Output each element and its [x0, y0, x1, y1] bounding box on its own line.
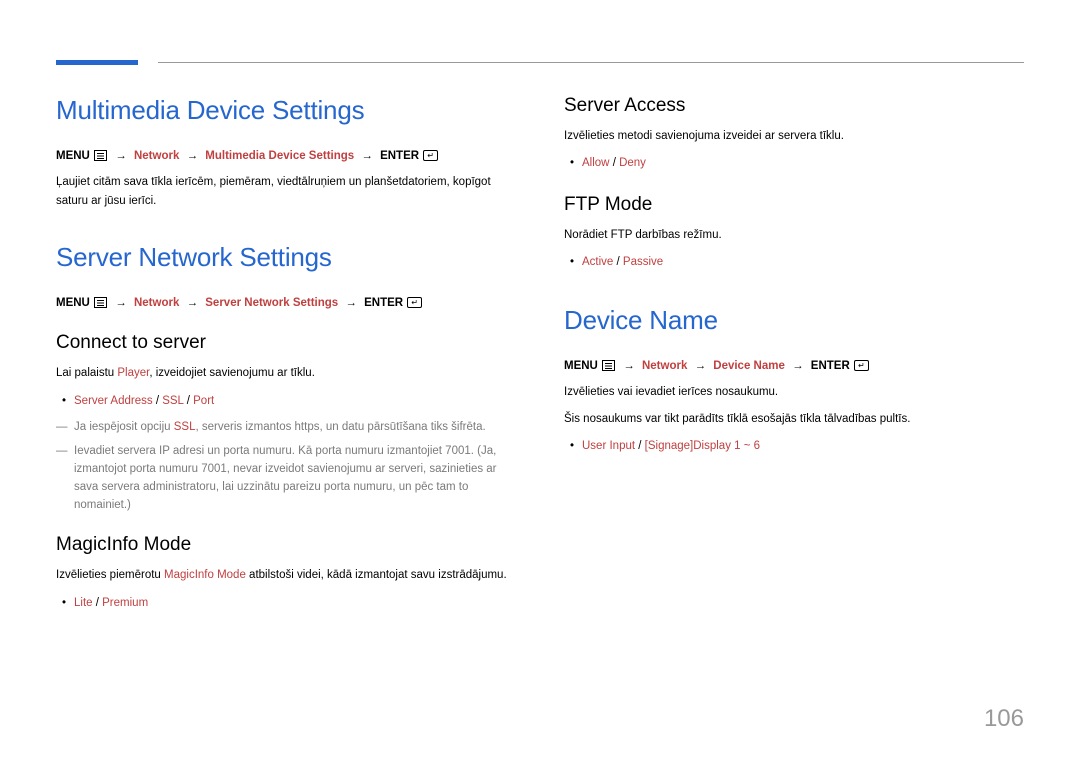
header-accent-bar: [56, 60, 138, 65]
ftp-desc: Norādiet FTP darbības režīmu.: [564, 226, 1024, 244]
magicinfo-heading: MagicInfo Mode: [56, 534, 516, 556]
server-access-heading: Server Access: [564, 95, 1024, 117]
list-item: Allow / Deny: [564, 153, 1024, 174]
arrow-icon: →: [361, 150, 373, 162]
server-access-desc: Izvēlieties metodi savienojuma izveidei …: [564, 127, 1024, 145]
menu-icon: [94, 297, 107, 308]
multimedia-section: Multimedia Device Settings MENU → Networ…: [56, 95, 516, 210]
multimedia-breadcrumb: MENU → Network → Multimedia Device Setti…: [56, 148, 516, 165]
arrow-icon: →: [187, 150, 199, 162]
crumb-network: Network: [134, 150, 179, 162]
right-column: Server Access Izvēlieties metodi savieno…: [564, 95, 1024, 646]
header-rule: [158, 62, 1024, 63]
crumb-enter: ENTER: [364, 297, 403, 309]
enter-icon: [854, 360, 869, 371]
device-name-desc2: Šis nosaukums var tikt parādīts tīklā es…: [564, 410, 1024, 428]
server-network-breadcrumb: MENU → Network → Server Network Settings…: [56, 295, 516, 312]
crumb-menu: MENU: [56, 297, 90, 309]
crumb-menu: MENU: [56, 150, 90, 162]
enter-icon: [407, 297, 422, 308]
ftp-options: Active / Passive: [564, 252, 1024, 273]
enter-icon: [423, 150, 438, 161]
crumb-enter: ENTER: [811, 360, 850, 372]
arrow-icon: →: [115, 150, 127, 162]
menu-icon: [602, 360, 615, 371]
list-item: Active / Passive: [564, 252, 1024, 273]
device-name-desc1: Izvēlieties vai ievadiet ierīces nosauku…: [564, 383, 1024, 401]
left-column: Multimedia Device Settings MENU → Networ…: [56, 95, 516, 646]
menu-icon: [94, 150, 107, 161]
magicinfo-options: Lite / Premium: [56, 593, 516, 614]
arrow-icon: →: [115, 297, 127, 309]
server-network-title: Server Network Settings: [56, 242, 516, 273]
arrow-icon: →: [187, 297, 199, 309]
arrow-icon: →: [792, 360, 804, 372]
device-name-title: Device Name: [564, 305, 1024, 336]
crumb-network: Network: [642, 360, 687, 372]
crumb-current: Multimedia Device Settings: [205, 150, 354, 162]
crumb-current: Server Network Settings: [205, 297, 338, 309]
server-network-section: Server Network Settings MENU → Network →…: [56, 242, 516, 613]
crumb-current: Device Name: [713, 360, 785, 372]
ftp-heading: FTP Mode: [564, 194, 1024, 216]
ssl-note: Ja iespējosit opciju SSL, serveris izman…: [56, 419, 516, 437]
connect-desc: Lai palaistu Player, izveidojiet savieno…: [56, 364, 516, 382]
device-name-section: Device Name MENU → Network → Device Name…: [564, 305, 1024, 457]
arrow-icon: →: [623, 360, 635, 372]
connect-heading: Connect to server: [56, 332, 516, 354]
crumb-network: Network: [134, 297, 179, 309]
server-access-options: Allow / Deny: [564, 153, 1024, 174]
magicinfo-desc: Izvēlieties piemērotu MagicInfo Mode atb…: [56, 566, 516, 584]
arrow-icon: →: [695, 360, 707, 372]
device-name-options: User Input / [Signage]Display 1 ~ 6: [564, 436, 1024, 457]
page-number: 106: [984, 705, 1024, 733]
content-columns: Multimedia Device Settings MENU → Networ…: [56, 95, 1024, 646]
arrow-icon: →: [345, 297, 357, 309]
list-item: User Input / [Signage]Display 1 ~ 6: [564, 436, 1024, 457]
multimedia-title: Multimedia Device Settings: [56, 95, 516, 126]
connect-options: Server Address / SSL / Port: [56, 391, 516, 412]
crumb-menu: MENU: [564, 360, 598, 372]
crumb-enter: ENTER: [380, 150, 419, 162]
port-note: Ievadiet servera IP adresi un porta numu…: [56, 443, 516, 514]
list-item: Server Address / SSL / Port: [56, 391, 516, 412]
device-name-breadcrumb: MENU → Network → Device Name → ENTER: [564, 358, 1024, 375]
multimedia-desc: Ļaujiet citām sava tīkla ierīcēm, piemēr…: [56, 173, 516, 210]
list-item: Lite / Premium: [56, 593, 516, 614]
